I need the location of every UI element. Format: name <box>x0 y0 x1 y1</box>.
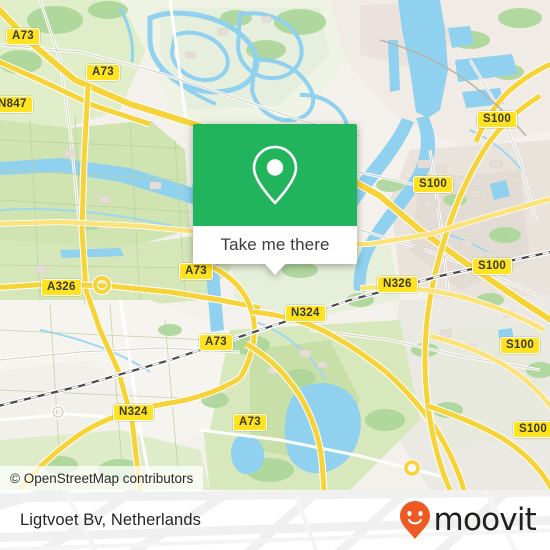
poi-card-image <box>193 124 357 226</box>
moovit-place-map-screen: A73 A73 N847 S100 S100 S100 A73 N326 A326 N324 A73… <box>0 0 550 550</box>
osm-attribution[interactable]: © OpenStreetMap contributors <box>0 466 204 490</box>
footer-bar: Ligtvoet Bv, Netherlands moovit <box>0 490 550 550</box>
road-shield-a73-4: A73 <box>199 334 233 351</box>
road-shield-s100-4: S100 <box>500 337 541 354</box>
road-shield-n324-2: N324 <box>113 404 154 421</box>
place-title: Ligtvoet Bv, Netherlands <box>20 490 201 550</box>
road-shield-a73-2: A73 <box>86 64 120 81</box>
road-shield-s100-1: S100 <box>477 111 518 128</box>
moovit-wordmark: moovit <box>433 501 537 538</box>
moovit-smiley-pin-icon <box>399 501 430 539</box>
road-shield-n324-1: N324 <box>285 305 326 322</box>
place-title-text: Ligtvoet Bv, Netherlands <box>20 510 201 529</box>
road-shield-s100-2: S100 <box>413 176 454 193</box>
poi-callout-card[interactable]: Take me there <box>193 124 357 275</box>
road-shield-a73-1: A73 <box>6 28 40 45</box>
poi-card-action-bar[interactable]: Take me there <box>193 226 357 275</box>
map-canvas[interactable]: A73 A73 N847 S100 S100 S100 A73 N326 A326 N324 A73… <box>0 0 550 490</box>
road-shield-n326: N326 <box>377 276 418 293</box>
road-shield-a73-3: A73 <box>179 263 213 280</box>
moovit-logo[interactable]: moovit <box>399 490 537 550</box>
take-me-there-label: Take me there <box>220 235 330 254</box>
callout-pointer <box>265 264 285 275</box>
road-shield-n847: N847 <box>0 96 33 113</box>
map-pin-icon <box>252 145 298 205</box>
road-shield-a73-5: A73 <box>233 414 267 431</box>
road-shield-a326: A326 <box>41 279 82 296</box>
osm-attribution-text: © OpenStreetMap contributors <box>10 470 194 486</box>
road-shield-s100-3: S100 <box>472 258 513 275</box>
road-shield-s100-5: S100 <box>513 421 550 438</box>
